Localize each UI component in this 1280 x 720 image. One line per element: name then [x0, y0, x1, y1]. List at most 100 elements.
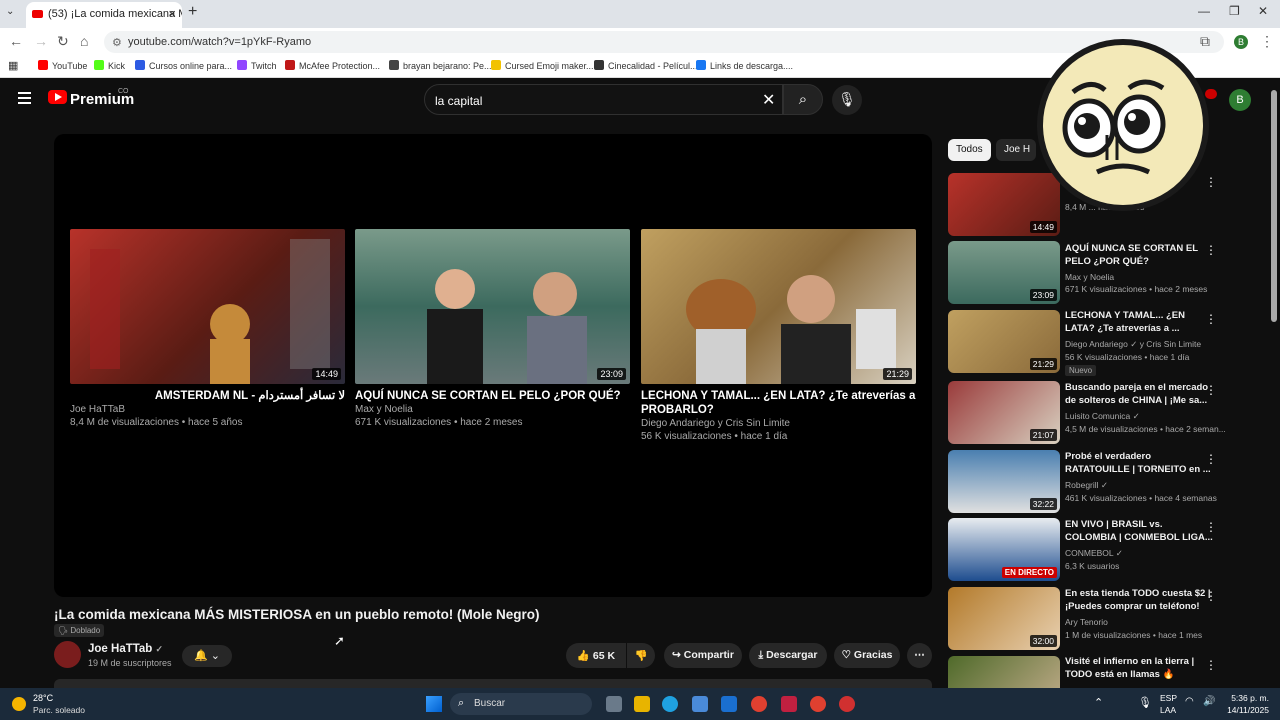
menu-hamburger-icon[interactable] [18, 92, 31, 104]
new-tab-icon[interactable]: + [188, 3, 197, 21]
home-icon[interactable]: ⌂ [80, 33, 88, 49]
download-button[interactable]: ⤓ Descargar [749, 643, 827, 668]
bookmark-item[interactable]: brayan bejarano: Pe... [389, 60, 492, 71]
more-vert-icon[interactable]: ⋮ [1205, 312, 1217, 326]
recommendation-title[interactable]: AQUÍ NUNCA SE CORTAN EL PELO ¿POR QUÉ? [1065, 243, 1215, 268]
weather-temp[interactable]: 28°C [33, 693, 53, 703]
recommendation-title[interactable]: Visité el infierno en la tierra | TODO e… [1065, 656, 1215, 681]
end-card-title[interactable]: LECHONA Y TAMAL... ¿EN LATA? ¿Te atrever… [641, 389, 916, 417]
thanks-button[interactable]: ♡ Gracias [834, 643, 900, 668]
end-card-thumbnail[interactable]: 14:49 [70, 229, 345, 384]
weather-icon[interactable] [12, 697, 26, 711]
end-card-title[interactable]: AQUÍ NUNCA SE CORTAN EL PELO ¿POR QUÉ? [355, 389, 630, 403]
recommendation-title[interactable]: Probé el verdadero RATATOUILLE | TORNEIT… [1065, 451, 1215, 476]
site-info-icon[interactable]: ⚙ [112, 36, 122, 49]
youtube-logo-icon[interactable] [48, 90, 67, 104]
more-vert-icon[interactable]: ⋮ [1205, 658, 1217, 672]
microphone-tray-icon[interactable]: 🎙 [1138, 696, 1152, 709]
end-card-thumbnail[interactable]: 23:09 [355, 229, 630, 384]
minimize-icon[interactable]: — [1198, 4, 1210, 18]
bookmark-item[interactable]: Links de descarga.... [696, 60, 793, 71]
description-box[interactable] [54, 679, 932, 688]
tray-chevron-icon[interactable]: ⌃ [1094, 696, 1103, 709]
more-vert-icon[interactable]: ⋮ [1205, 243, 1217, 257]
share-button[interactable]: ↪ Compartir [664, 643, 742, 668]
volume-icon[interactable]: 🔊 [1203, 696, 1215, 707]
recommendation-title[interactable]: Buscando pareja en el mercado de soltero… [1065, 382, 1215, 407]
valorant-icon[interactable] [781, 696, 797, 712]
recommendation-title[interactable]: En esta tienda TODO cuesta $2 | ¡Puedes … [1065, 588, 1215, 613]
bookmark-item[interactable]: YouTube [38, 60, 87, 71]
bookmark-item[interactable]: Cursed Emoji maker... [491, 60, 594, 71]
menu-icon[interactable]: ⋮ [1260, 33, 1274, 50]
end-card-thumbnail[interactable]: 21:29 [641, 229, 916, 384]
recommendation-item[interactable]: EN DIRECTO EN VIVO | BRASIL vs. COLOMBIA… [948, 518, 1223, 582]
reload-icon[interactable]: ↻ [57, 33, 69, 50]
recommendation-thumbnail[interactable]: 21:29 [948, 310, 1060, 373]
dislike-button[interactable]: 👎 [627, 643, 655, 668]
recommendation-item[interactable]: 32:22 Probé el verdadero RATATOUILLE | T… [948, 450, 1223, 514]
recommendation-title[interactable]: EN VIVO | BRASIL vs. COLOMBIA | CONMEBOL… [1065, 519, 1215, 544]
search-button[interactable]: ⌕ [783, 84, 823, 115]
recommendation-title[interactable]: LECHONA Y TAMAL... ¿EN LATA? ¿Te atrever… [1065, 310, 1215, 335]
task-view-icon[interactable] [606, 696, 622, 712]
edge-icon[interactable] [662, 696, 678, 712]
more-vert-icon[interactable]: ⋮ [1205, 383, 1217, 397]
end-card-video[interactable]: 14:49 لا تسافر أمستردام - AMSTERDAM NL J… [70, 229, 345, 429]
recommendation-thumbnail[interactable]: 32:22 [948, 450, 1060, 513]
search-input[interactable]: la capital [424, 84, 783, 115]
end-card-title[interactable]: لا تسافر أمستردام - AMSTERDAM NL [70, 389, 345, 403]
more-vert-icon[interactable]: ⋮ [1205, 589, 1217, 603]
windows-start-icon[interactable] [426, 696, 442, 712]
apps-icon[interactable]: ▦ [8, 59, 18, 72]
more-vert-icon[interactable]: ⋮ [1205, 520, 1217, 534]
page-scrollbar[interactable] [1271, 90, 1277, 322]
chip-channel[interactable]: Joe H [996, 139, 1036, 161]
recommendation-thumbnail[interactable]: 21:07 [948, 381, 1060, 444]
back-icon[interactable]: ← [9, 33, 23, 49]
tab-close-icon[interactable]: × [168, 6, 176, 21]
store-icon[interactable] [692, 696, 708, 712]
bookmark-item[interactable]: Cursos online para... [135, 60, 232, 71]
bookmark-item[interactable]: Kick [94, 60, 125, 71]
tab-list-icon[interactable]: ⌄ [6, 6, 14, 17]
app-icon[interactable] [839, 696, 855, 712]
browser-tab[interactable]: (53) ¡La comida mexicana MÁS × [26, 2, 182, 28]
recommendation-thumbnail[interactable]: 32:00 [948, 587, 1060, 650]
chrome-icon[interactable] [751, 696, 767, 712]
bookmark-item[interactable]: Twitch [237, 60, 277, 71]
taskbar-search[interactable]: ⌕ Buscar [450, 693, 592, 715]
file-explorer-icon[interactable] [634, 696, 650, 712]
like-button[interactable]: 👍 65 K [566, 643, 626, 668]
end-card-video[interactable]: 23:09 AQUÍ NUNCA SE CORTAN EL PELO ¿POR … [355, 229, 630, 429]
account-avatar[interactable]: B [1229, 89, 1251, 111]
recommendation-item[interactable]: 21:29 LECHONA Y TAMAL... ¿EN LATA? ¿Te a… [948, 310, 1223, 376]
outlook-icon[interactable] [721, 696, 737, 712]
bookmark-item[interactable]: McAfee Protection... [285, 60, 380, 71]
forward-icon[interactable]: → [34, 33, 48, 49]
channel-name[interactable]: Joe HaTTab ✓ [88, 643, 163, 655]
notifications-button[interactable]: 🔔 ⌄ [182, 645, 232, 667]
bookmark-item[interactable]: Cinecalidad - Películ... [594, 60, 698, 71]
profile-icon[interactable]: B [1234, 35, 1248, 49]
recommendation-thumbnail[interactable]: 23:09 [948, 241, 1060, 304]
recommendation-item[interactable]: Visité el infierno en la tierra | TODO e… [948, 656, 1223, 688]
maximize-icon[interactable]: ❐ [1229, 4, 1240, 18]
end-card-video[interactable]: 21:29 LECHONA Y TAMAL... ¿EN LATA? ¿Te a… [641, 229, 916, 443]
recommendation-item[interactable]: 32:00 En esta tienda TODO cuesta $2 | ¡P… [948, 587, 1223, 651]
recommendation-thumbnail[interactable]: EN DIRECTO [948, 518, 1060, 581]
voice-search-button[interactable]: 🎙 [832, 85, 862, 115]
more-actions-button[interactable]: ⋯ [907, 643, 932, 668]
channel-avatar[interactable] [54, 641, 81, 668]
clock-time[interactable]: 5:36 p. m. [1221, 693, 1269, 703]
chrome-profile-icon[interactable] [810, 696, 826, 712]
wifi-icon[interactable]: ◠ [1185, 696, 1194, 707]
language-top[interactable]: ESP [1160, 693, 1177, 703]
chip-all[interactable]: Todos [948, 139, 991, 161]
recommendation-item[interactable]: 23:09 AQUÍ NUNCA SE CORTAN EL PELO ¿POR … [948, 241, 1223, 305]
close-window-icon[interactable]: ✕ [1258, 4, 1268, 18]
clear-search-icon[interactable]: ✕ [762, 90, 775, 110]
recommendation-thumbnail[interactable] [948, 656, 1060, 688]
recommendation-item[interactable]: 21:07 Buscando pareja en el mercado de s… [948, 381, 1226, 445]
more-vert-icon[interactable]: ⋮ [1205, 452, 1217, 466]
